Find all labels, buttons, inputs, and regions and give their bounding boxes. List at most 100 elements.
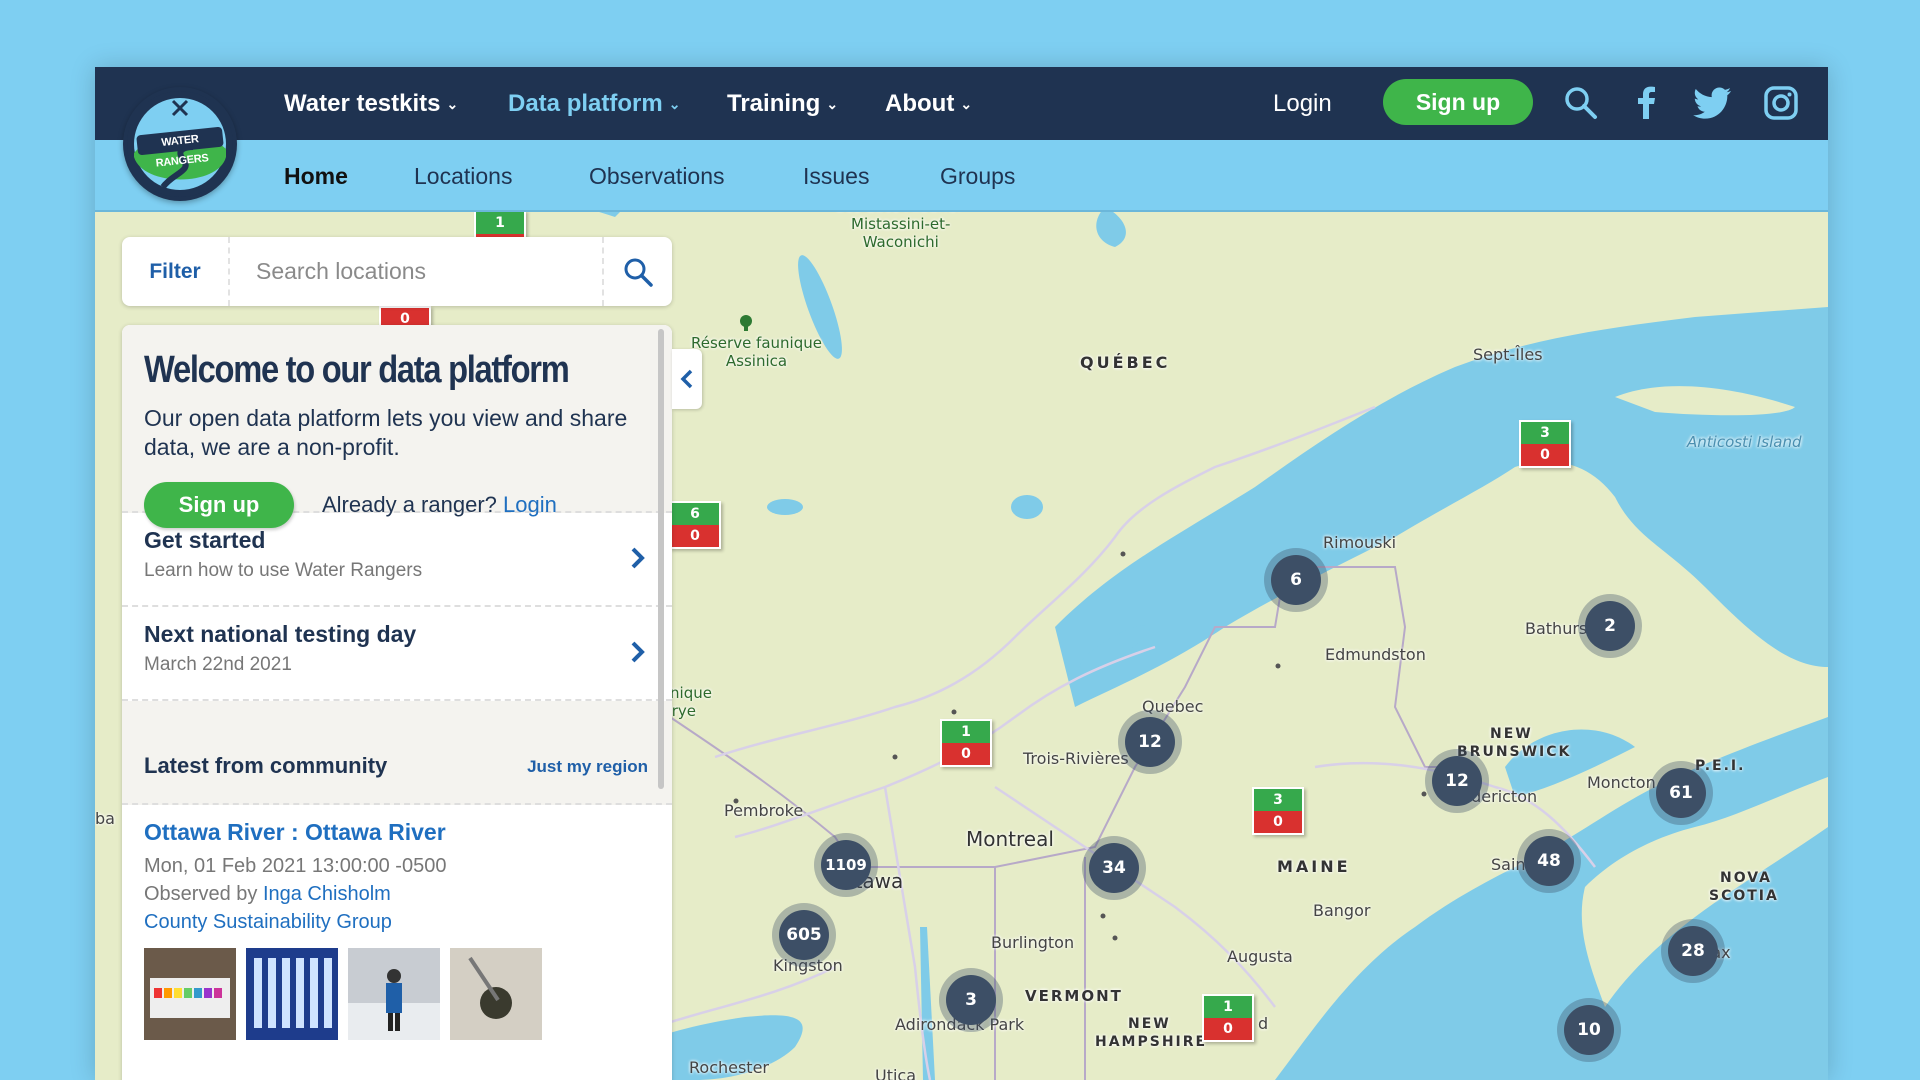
- map-label-rimouski: Rimouski: [1323, 533, 1397, 552]
- map-marker[interactable]: 10: [1202, 994, 1254, 1042]
- map-label-portland-fragment: d: [1258, 1014, 1269, 1033]
- map-cluster[interactable]: 1109: [821, 840, 871, 890]
- group-link[interactable]: County Sustainability Group: [144, 911, 392, 933]
- search-submit-button[interactable]: [602, 237, 672, 306]
- thumbnail-test-strips[interactable]: [144, 948, 236, 1040]
- map-cluster[interactable]: 28: [1668, 926, 1718, 976]
- login-link[interactable]: Login: [1273, 67, 1332, 140]
- thumbnail-ice-hole[interactable]: [450, 948, 542, 1040]
- thumbnail-vials[interactable]: [246, 948, 338, 1040]
- observed-by-label: Observed by: [144, 883, 258, 905]
- marker-good-count: 6: [669, 501, 721, 525]
- map-cluster[interactable]: 12: [1125, 717, 1175, 767]
- map-label-bathurst: Bathurst: [1525, 619, 1594, 638]
- observer-link[interactable]: Inga Chisholm: [263, 883, 391, 905]
- map-marker[interactable]: 30: [1252, 787, 1304, 835]
- map-label-nova-scotia-2: SCOTIA: [1709, 888, 1779, 904]
- thumbnail-person-ice[interactable]: [348, 948, 440, 1040]
- top-navigation: Water testkits ⌄ Data platform ⌄ Training ⌄…: [95, 67, 1828, 140]
- post-meta: Mon, 01 Feb 2021 13:00:00 -0500 Observed…: [144, 852, 650, 936]
- link-title: Get started: [144, 527, 266, 553]
- facebook-icon[interactable]: [1629, 85, 1665, 121]
- map-cluster[interactable]: 3: [946, 975, 996, 1025]
- post-observer-line: Observed by Inga Chisholm: [144, 880, 650, 908]
- map-label-vermont: VERMONT: [1025, 987, 1123, 1005]
- instagram-icon[interactable]: [1763, 85, 1799, 121]
- map-cluster[interactable]: 61: [1656, 768, 1706, 818]
- marker-good-count: 3: [1519, 420, 1571, 444]
- welcome-card: Welcome to our data platform Our open da…: [122, 325, 672, 528]
- panel-scrollbar[interactable]: [658, 329, 664, 789]
- just-my-region-link[interactable]: Just my region: [527, 757, 648, 777]
- search-icon[interactable]: [1563, 85, 1599, 121]
- welcome-title: Welcome to our data platform: [144, 349, 570, 391]
- tab-issues[interactable]: Issues: [803, 140, 869, 212]
- post-title[interactable]: Ottawa River : Ottawa River: [144, 819, 650, 846]
- post-thumbnails: [144, 948, 650, 1040]
- map-cluster[interactable]: 2: [1585, 601, 1635, 651]
- tab-home[interactable]: Home: [284, 140, 348, 212]
- side-panel: Welcome to our data platform Our open da…: [122, 325, 672, 1080]
- next-testing-day-link[interactable]: Next national testing day March 22nd 202…: [122, 607, 672, 701]
- collapse-panel-button[interactable]: [672, 349, 702, 409]
- marker-bad-count: 0: [940, 743, 992, 767]
- map-label-nova-scotia-1: NOVA: [1720, 870, 1772, 886]
- map-marker[interactable]: 10: [940, 719, 992, 767]
- map-label-pembroke: Pembroke: [724, 801, 804, 820]
- chevron-left-icon: [680, 369, 693, 389]
- search-input[interactable]: [232, 245, 602, 298]
- map-cluster[interactable]: 605: [779, 910, 829, 960]
- nav-data-platform[interactable]: Data platform ⌄: [508, 67, 680, 140]
- map-label-anticosti: Anticosti Island: [1687, 433, 1802, 451]
- nav-label: Training: [727, 90, 821, 117]
- map-marker[interactable]: 30: [1519, 420, 1571, 468]
- map-label-edge-fragment: ba: [95, 809, 115, 828]
- tab-groups[interactable]: Groups: [940, 140, 1015, 212]
- chevron-down-icon: ⌄: [446, 96, 459, 112]
- nav-label: About: [885, 90, 955, 117]
- map-label-utica: Utica: [875, 1066, 917, 1080]
- map-label-montreal: Montreal: [966, 827, 1054, 851]
- link-subtitle: Learn how to use Water Rangers: [144, 560, 423, 581]
- nav-water-testkits[interactable]: Water testkits ⌄: [284, 67, 458, 140]
- map-cluster[interactable]: 12: [1432, 756, 1482, 806]
- map-label-edmundston: Edmundston: [1325, 645, 1426, 664]
- marker-good-count: 1: [940, 719, 992, 743]
- water-rangers-logo[interactable]: WATER RANGERS: [123, 87, 237, 201]
- marker-good-count: 1: [1202, 994, 1254, 1018]
- map-label-bangor: Bangor: [1313, 901, 1371, 920]
- map-cluster[interactable]: 34: [1089, 843, 1139, 893]
- nav-about[interactable]: About ⌄: [885, 67, 972, 140]
- marker-bad-count: 0: [1202, 1018, 1254, 1042]
- map-cluster[interactable]: 6: [1271, 555, 1321, 605]
- map-label-trois-rivieres: Trois-Rivières: [1023, 749, 1129, 768]
- tab-observations[interactable]: Observations: [589, 140, 725, 212]
- map-marker[interactable]: 60: [669, 501, 721, 549]
- community-heading: Latest from community: [144, 753, 388, 778]
- nav-label: Data platform: [508, 90, 663, 117]
- marker-bad-count: 0: [1519, 444, 1571, 468]
- map-label-quebec-city: Quebec: [1142, 697, 1204, 716]
- chevron-down-icon: ⌄: [826, 96, 839, 112]
- search-bar: Filter: [122, 237, 672, 306]
- map-cluster[interactable]: 48: [1524, 836, 1574, 886]
- app-window: Réserve faunique des Lacs-Albanel- Mista…: [95, 67, 1828, 1080]
- signup-button[interactable]: Sign up: [1383, 79, 1533, 125]
- tab-locations[interactable]: Locations: [414, 140, 512, 212]
- community-header: Latest from community Just my region: [122, 701, 672, 805]
- map-label-rochester: Rochester: [689, 1058, 769, 1077]
- map-label-new-brunswick-2: BRUNSWICK: [1457, 744, 1572, 760]
- map-label-new-brunswick-1: NEW: [1490, 726, 1533, 742]
- map-label-sept-iles: Sept-Îles: [1473, 345, 1543, 364]
- map-label-burlington: Burlington: [991, 933, 1075, 952]
- nav-training[interactable]: Training ⌄: [727, 67, 838, 140]
- marker-bad-count: 0: [1252, 811, 1304, 835]
- twitter-icon[interactable]: [1693, 85, 1733, 121]
- chevron-right-icon: [631, 641, 645, 663]
- filter-button[interactable]: Filter: [122, 237, 230, 306]
- map-cluster[interactable]: 10: [1564, 1005, 1614, 1055]
- post-date: Mon, 01 Feb 2021 13:00:00 -0500: [144, 855, 447, 877]
- nav-label: Water testkits: [284, 90, 441, 117]
- map-label-new-hampshire-1: NEW: [1128, 1016, 1171, 1032]
- get-started-link[interactable]: Get started Learn how to use Water Range…: [122, 513, 672, 607]
